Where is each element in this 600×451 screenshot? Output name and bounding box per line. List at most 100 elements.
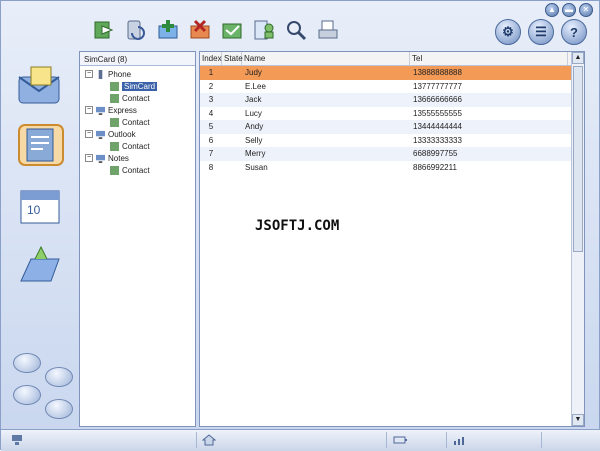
toolbar <box>91 17 341 43</box>
left-navigation: 10 <box>5 51 75 426</box>
contacts-icon <box>254 20 274 40</box>
cell-index: 1 <box>208 68 214 78</box>
column-state[interactable]: State <box>222 52 243 65</box>
tool-4-button[interactable] <box>45 399 73 419</box>
watermark-text: JSOFTJ.COM <box>255 218 340 234</box>
table-row[interactable]: 7 Merry 6688997755 <box>200 147 584 161</box>
svg-text:10: 10 <box>27 203 41 217</box>
table-row[interactable]: 1 Judy 13888888888 <box>200 66 584 80</box>
table-row[interactable]: 8 Susan 8866992211 <box>200 161 584 175</box>
cell-index: 8 <box>208 162 214 172</box>
messages-icon <box>18 66 60 104</box>
cell-index: 4 <box>208 108 214 118</box>
tree-node-notes-contact[interactable]: Contact <box>110 164 150 176</box>
home-icon <box>202 434 216 446</box>
tree-node-outlook[interactable]: − Outlook <box>85 128 136 140</box>
tree-node-label: Contact <box>122 165 150 175</box>
cell-name: Merry <box>245 149 266 159</box>
cell-name: Judy <box>245 68 262 78</box>
notes-button[interactable]: ☰ <box>528 19 554 45</box>
column-name[interactable]: Name <box>242 52 410 65</box>
contact-icon <box>110 93 119 103</box>
cell-name: Selly <box>245 135 263 145</box>
expand-toggle[interactable]: − <box>85 130 93 138</box>
cell-tel: 13666666666 <box>413 95 462 105</box>
expand-toggle[interactable]: − <box>85 154 93 162</box>
find-icon <box>287 21 307 41</box>
add-button[interactable] <box>155 17 181 43</box>
print-icon <box>318 20 338 39</box>
tree-node-express[interactable]: − Express <box>85 104 137 116</box>
column-tel[interactable]: Tel <box>410 52 568 65</box>
tree-node-phone-contact[interactable]: Contact <box>110 92 150 104</box>
tree-node-label: Outlook <box>108 129 136 139</box>
status-divider <box>446 432 447 448</box>
export-icon <box>222 23 242 39</box>
tree-node-express-contact[interactable]: Contact <box>110 116 150 128</box>
contacts-grid: Index State Name Tel 1 Judy 13888888888 2 E… <box>199 51 585 427</box>
battery-icon <box>393 436 407 444</box>
status-divider <box>541 432 542 448</box>
computer-icon <box>96 106 105 115</box>
cell-tel: 13444444444 <box>413 122 462 132</box>
table-row[interactable]: 5 Andy 13444444444 <box>200 120 584 134</box>
cell-index: 6 <box>208 135 214 145</box>
connection-icon <box>12 435 22 445</box>
nav-files[interactable] <box>13 241 69 293</box>
contact-icon <box>110 81 119 91</box>
tree-node-simcard[interactable]: SimCard <box>110 80 158 92</box>
help-button[interactable]: ? <box>561 19 587 45</box>
table-row[interactable]: 6 Selly 13333333333 <box>200 134 584 148</box>
tree-node-label: SimCard <box>122 81 158 91</box>
contact-icon <box>110 141 119 151</box>
cell-tel: 8866992211 <box>413 162 457 172</box>
tree-node-outlook-contact[interactable]: Contact <box>110 140 150 152</box>
tree-node-notes[interactable]: − Notes <box>85 152 129 164</box>
tool-1-button[interactable] <box>13 353 41 373</box>
export-button[interactable] <box>219 17 245 43</box>
scroll-up-button[interactable]: ▲ <box>572 52 584 64</box>
phonebook-icon <box>18 124 64 166</box>
expand-toggle[interactable]: − <box>85 70 93 78</box>
nav-phonebook[interactable] <box>13 119 69 171</box>
cell-index: 7 <box>208 149 214 159</box>
import-icon <box>94 21 114 39</box>
cell-tel: 13555555555 <box>413 108 462 118</box>
scroll-thumb[interactable] <box>573 66 583 252</box>
delete-button[interactable] <box>187 17 213 43</box>
tree-node-label: Notes <box>108 153 129 163</box>
grid-body: 1 Judy 13888888888 2 E.Lee 13777777777 3 Jack… <box>200 66 584 174</box>
cell-tel: 13888888888 <box>413 68 462 78</box>
tree-node-label: Contact <box>122 117 150 127</box>
contact-icon <box>110 165 119 175</box>
tool-2-button[interactable] <box>45 367 73 387</box>
sync-icon <box>127 20 145 40</box>
find-button[interactable] <box>283 17 309 43</box>
minimize-button[interactable]: ▲ <box>545 3 559 17</box>
table-row[interactable]: 4 Lucy 13555555555 <box>200 107 584 121</box>
print-button[interactable] <box>315 17 341 43</box>
contacts-button[interactable] <box>251 17 277 43</box>
tree-node-label: Contact <box>122 141 150 151</box>
table-row[interactable]: 3 Jack 13666666666 <box>200 93 584 107</box>
settings-button[interactable]: ⚙ <box>495 19 521 45</box>
table-row[interactable]: 2 E.Lee 13777777777 <box>200 80 584 94</box>
nav-calendar[interactable]: 10 <box>13 181 69 233</box>
import-button[interactable] <box>91 17 117 43</box>
sync-button[interactable] <box>123 17 149 43</box>
vertical-scrollbar[interactable]: ▲ ▼ <box>571 52 584 426</box>
nav-messages[interactable] <box>13 61 69 113</box>
delete-icon <box>190 19 210 39</box>
restore-button[interactable]: ▬ <box>562 3 576 17</box>
column-index[interactable]: Index <box>200 52 222 65</box>
cell-tel: 6688997755 <box>413 149 458 159</box>
scroll-down-button[interactable]: ▼ <box>572 414 584 426</box>
tree-node-label: Contact <box>122 93 150 103</box>
tree-node-phone[interactable]: − Phone <box>85 68 131 80</box>
status-divider <box>386 432 387 448</box>
close-button[interactable]: ✕ <box>579 3 593 17</box>
tool-3-button[interactable] <box>13 385 41 405</box>
computer-icon <box>96 154 105 163</box>
expand-toggle[interactable]: − <box>85 106 93 114</box>
cell-name: Lucy <box>245 108 262 118</box>
